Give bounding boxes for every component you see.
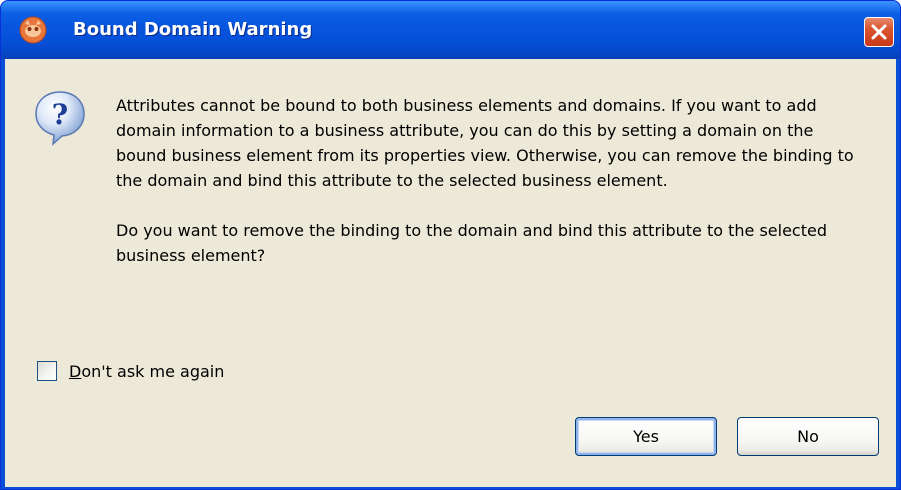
message-text: Attributes cannot be bound to both busin…	[116, 93, 856, 268]
no-button[interactable]: No	[737, 417, 879, 456]
dialog-body: ? Attributes cannot be bound to both bus…	[5, 59, 896, 487]
question-icon: ?	[35, 91, 85, 146]
svg-text:?: ?	[52, 98, 68, 131]
dont-ask-again-label-text: on't ask me again	[81, 361, 225, 381]
yes-button[interactable]: Yes	[575, 417, 717, 456]
close-icon	[871, 24, 887, 40]
app-icon	[19, 16, 47, 44]
message-paragraph-2: Do you want to remove the binding to the…	[116, 221, 827, 265]
close-button[interactable]	[864, 17, 894, 47]
dont-ask-again-option[interactable]: Don't ask me again	[37, 359, 224, 383]
dont-ask-again-mnemonic: D	[69, 361, 82, 381]
dialog-window: Bound Domain Warning ? Attributes cannot…	[0, 0, 901, 490]
message-paragraph-1: Attributes cannot be bound to both busin…	[116, 96, 854, 190]
title-bar[interactable]: Bound Domain Warning	[1, 1, 900, 59]
dont-ask-again-checkbox[interactable]	[37, 361, 57, 381]
window-title: Bound Domain Warning	[73, 19, 313, 40]
dont-ask-again-label[interactable]: Don't ask me again	[69, 362, 224, 381]
